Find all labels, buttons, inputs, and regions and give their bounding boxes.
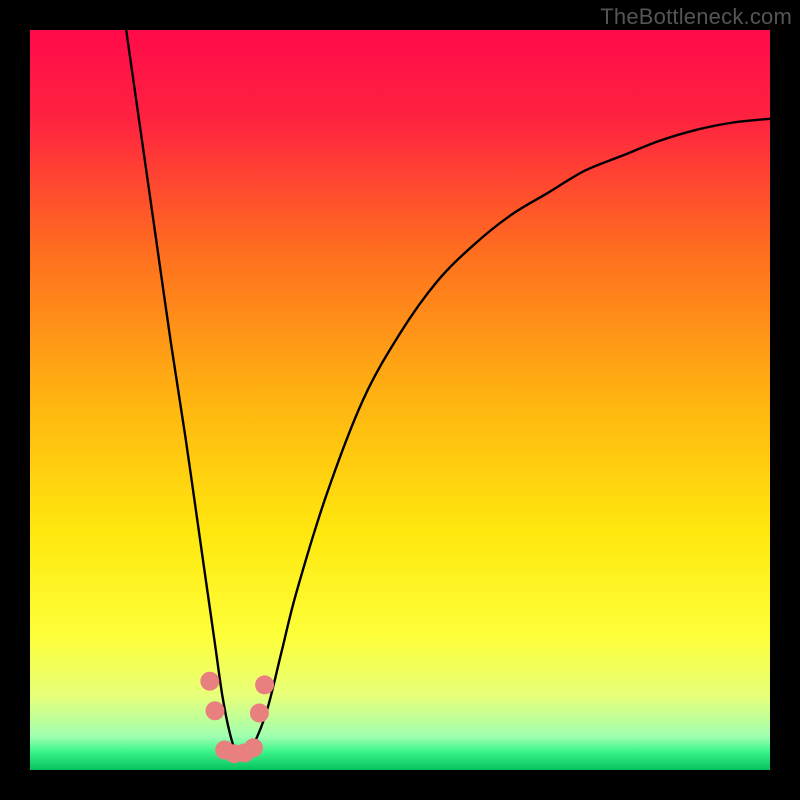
- bottleneck-chart: [30, 30, 770, 770]
- plot-area: [30, 30, 770, 770]
- watermark-text: TheBottleneck.com: [600, 4, 792, 30]
- marker-trough-4: [244, 738, 263, 757]
- marker-left-lower: [206, 701, 225, 720]
- marker-right-lower: [250, 704, 269, 723]
- chart-frame: TheBottleneck.com: [0, 0, 800, 800]
- marker-left-upper: [200, 672, 219, 691]
- marker-right-upper: [255, 675, 274, 694]
